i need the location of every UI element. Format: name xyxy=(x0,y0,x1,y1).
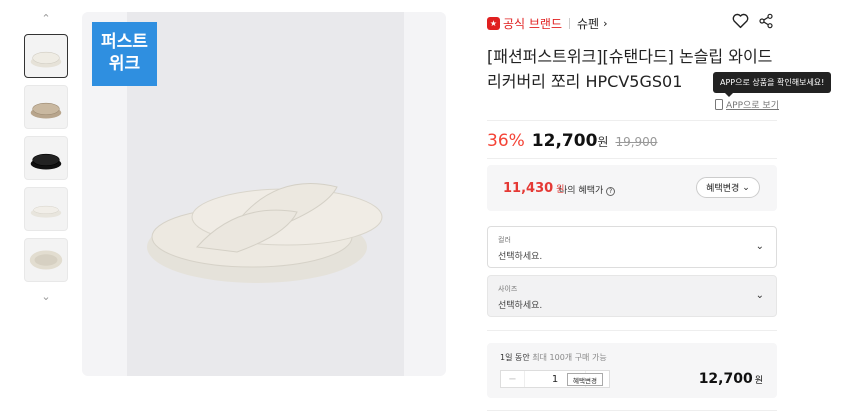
benefit-box: 11,430 원 나의 혜택가 ? 혜택변경 ⌄ xyxy=(487,165,777,211)
brand-separator xyxy=(569,17,571,29)
thumbnail-1[interactable] xyxy=(24,34,68,78)
size-select-value: 선택하세요. xyxy=(498,301,543,311)
thumbnail-up-chevron-icon[interactable]: ⌃ xyxy=(38,12,54,25)
price-unit: 원 xyxy=(597,135,609,149)
divider xyxy=(487,410,777,411)
quantity-minus-button[interactable]: − xyxy=(501,371,525,387)
thumbnail-down-chevron-icon[interactable]: ⌄ xyxy=(38,290,54,303)
size-select[interactable]: 사이즈 선택하세요. ⌄ xyxy=(487,275,777,317)
discount-rate: 36% xyxy=(487,131,525,151)
thumbnail-3[interactable] xyxy=(24,136,68,180)
order-price: 12,700 원 xyxy=(698,371,763,387)
benefit-price: 11,430 원 xyxy=(503,181,565,196)
brand-arrow-icon[interactable]: › xyxy=(603,17,607,30)
price-row: 36% 12,700원 19,900 xyxy=(487,131,657,151)
size-select-label: 사이즈 xyxy=(498,285,518,293)
product-photo-area xyxy=(127,12,404,376)
original-price: 19,900 xyxy=(615,135,658,149)
divider xyxy=(487,158,777,159)
chevron-down-icon: ⌄ xyxy=(755,290,764,301)
app-view-label: APP으로 보기 xyxy=(726,101,779,111)
sandal-illustration xyxy=(147,183,383,283)
heart-icon[interactable] xyxy=(732,13,749,29)
benefit-label: 나의 혜택가 ? xyxy=(559,183,616,196)
order-benefit-button[interactable]: 혜택변경 xyxy=(567,373,603,386)
divider xyxy=(487,330,777,331)
sale-price: 12,700 xyxy=(531,131,598,151)
app-tooltip: APP으로 상품을 확인해보세요! xyxy=(713,72,832,97)
divider xyxy=(487,120,777,121)
official-brand-label: 공식 브랜드 xyxy=(503,16,563,31)
chevron-down-icon: ⌄ xyxy=(755,241,764,252)
chevron-down-icon: ⌄ xyxy=(742,182,750,193)
app-view-link[interactable]: APP으로 보기 xyxy=(715,98,779,111)
question-icon[interactable]: ? xyxy=(606,187,616,196)
official-star-icon: ★ xyxy=(487,16,500,30)
thumbnail-2[interactable] xyxy=(24,85,68,129)
badge-line-1: 퍼스트 xyxy=(101,32,148,52)
benefit-change-button[interactable]: 혜택변경 ⌄ xyxy=(696,177,760,198)
brand-name-link[interactable]: 슈펜 xyxy=(577,15,599,32)
badge-line-2: 위크 xyxy=(108,54,141,74)
phone-icon xyxy=(715,99,723,110)
color-select-label: 컬러 xyxy=(498,236,511,244)
purchase-limit: 1일 동안 최대 100개 구매 가능 xyxy=(500,353,607,362)
share-icon[interactable] xyxy=(758,13,774,29)
thumbnail-5[interactable] xyxy=(24,238,68,282)
color-select[interactable]: 컬러 선택하세요. ⌄ xyxy=(487,226,777,268)
event-badge: 퍼스트 위크 xyxy=(92,22,157,86)
thumbnail-4[interactable] xyxy=(24,187,68,231)
order-box: 1일 동안 최대 100개 구매 가능 − 1 + 혜택변경 12,700원 xyxy=(487,343,777,398)
color-select-value: 선택하세요. xyxy=(498,252,543,262)
